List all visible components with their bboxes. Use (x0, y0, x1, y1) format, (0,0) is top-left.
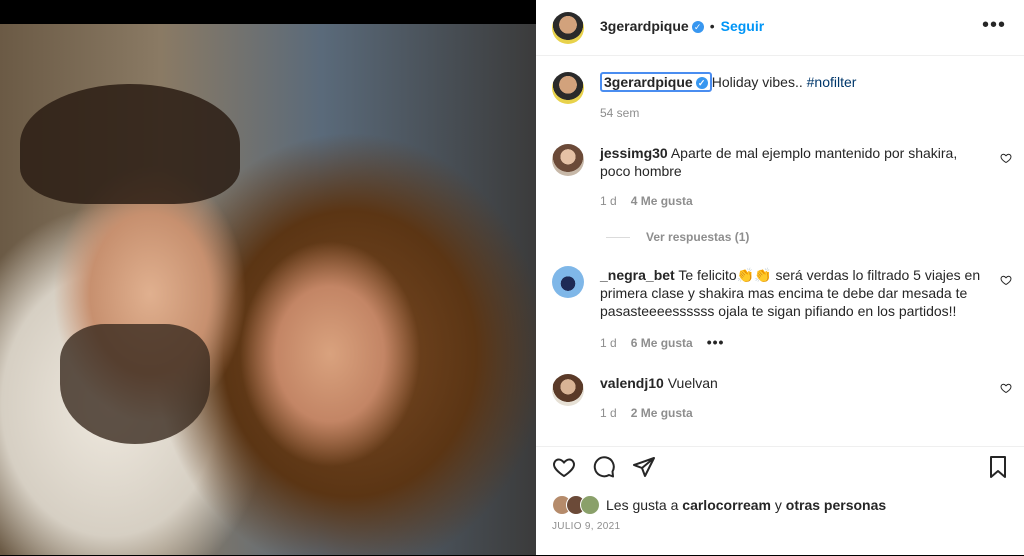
commenter-avatar[interactable] (552, 266, 584, 298)
comment-age: 1 d (600, 336, 617, 350)
verified-badge-icon: ✓ (695, 77, 708, 90)
author-avatar[interactable] (552, 12, 584, 44)
caption-age: 54 sem (600, 106, 640, 120)
commenter-avatar[interactable] (552, 374, 584, 406)
comment-likes[interactable]: 4 Me gusta (631, 194, 693, 208)
liker-avatar[interactable] (580, 495, 600, 515)
view-replies-label[interactable]: Ver respuestas (1) (646, 230, 749, 244)
post-header: 3gerardpique ✓ • Seguir ••• (536, 0, 1024, 56)
like-comment-heart-icon[interactable] (1000, 274, 1012, 286)
hashtag-link[interactable]: #nofilter (807, 74, 857, 90)
post-image[interactable] (0, 24, 536, 555)
more-options-icon[interactable]: ••• (982, 14, 1006, 37)
commenter-username[interactable]: _negra_bet (600, 267, 675, 283)
comments-list: 3gerardpique ✓ Holiday vibes.. #nofilter 5… (536, 56, 1024, 446)
verified-badge-icon: ✓ (691, 21, 704, 34)
comment-text: Vuelvan (667, 375, 718, 391)
comment-likes[interactable]: 2 Me gusta (631, 406, 693, 420)
post-date: JULIO 9, 2021 (552, 521, 621, 532)
caption-author-username[interactable]: 3gerardpique ✓ (600, 72, 712, 92)
comment-body: jessimg30 Aparte de mal ejemplo mantenid… (600, 144, 990, 180)
commenter-username[interactable]: jessimg30 (600, 145, 668, 161)
like-heart-icon[interactable] (552, 455, 576, 479)
post-photo-area (0, 0, 536, 555)
liker-username[interactable]: carlocorream (682, 497, 771, 513)
comment-meta: 1 d 4 Me gusta (600, 194, 707, 208)
likes-text: Les gusta a carlocorream y otras persona… (606, 497, 887, 513)
post-side-panel: 3gerardpique ✓ • Seguir ••• 3gerardpique ✓ Ho… (536, 0, 1024, 555)
view-replies-button[interactable]: Ver respuestas (1) (606, 230, 749, 244)
post-actions: Les gusta a carlocorream y otras persona… (536, 446, 1024, 556)
comment-age: 1 d (600, 406, 617, 420)
comment-options-icon[interactable]: ••• (707, 334, 725, 350)
comment-bubble-icon[interactable] (592, 455, 616, 479)
author-username[interactable]: 3gerardpique (600, 18, 689, 34)
comment-likes[interactable]: 6 Me gusta (631, 336, 693, 350)
commenter-username[interactable]: valendj10 (600, 375, 664, 391)
follow-button[interactable]: Seguir (721, 18, 765, 34)
share-paper-plane-icon[interactable] (632, 455, 656, 479)
image-detail-beard (60, 324, 210, 444)
image-detail-hair (20, 84, 240, 204)
comment-meta: 1 d 6 Me gusta ••• (600, 334, 738, 350)
caption-body: Holiday vibes.. (711, 74, 807, 90)
likes-summary: Les gusta a carlocorream y otras persona… (552, 495, 886, 515)
separator-dot: • (709, 18, 715, 34)
replies-divider (606, 237, 630, 239)
comment-body: valendj10 Vuelvan (600, 374, 990, 392)
like-comment-heart-icon[interactable] (1000, 382, 1012, 394)
caption-text: 3gerardpique ✓ Holiday vibes.. #nofilter (600, 72, 990, 92)
other-likers-link[interactable]: otras personas (786, 497, 886, 513)
comment-age: 1 d (600, 194, 617, 208)
caption-author-avatar[interactable] (552, 72, 584, 104)
like-comment-heart-icon[interactable] (1000, 152, 1012, 164)
save-bookmark-icon[interactable] (986, 455, 1010, 479)
author-info: 3gerardpique ✓ • Seguir (600, 18, 764, 34)
comment-body: _negra_bet Te felicito👏👏 será verdas lo … (600, 266, 990, 320)
commenter-avatar[interactable] (552, 144, 584, 176)
comment-meta: 1 d 2 Me gusta (600, 406, 707, 420)
